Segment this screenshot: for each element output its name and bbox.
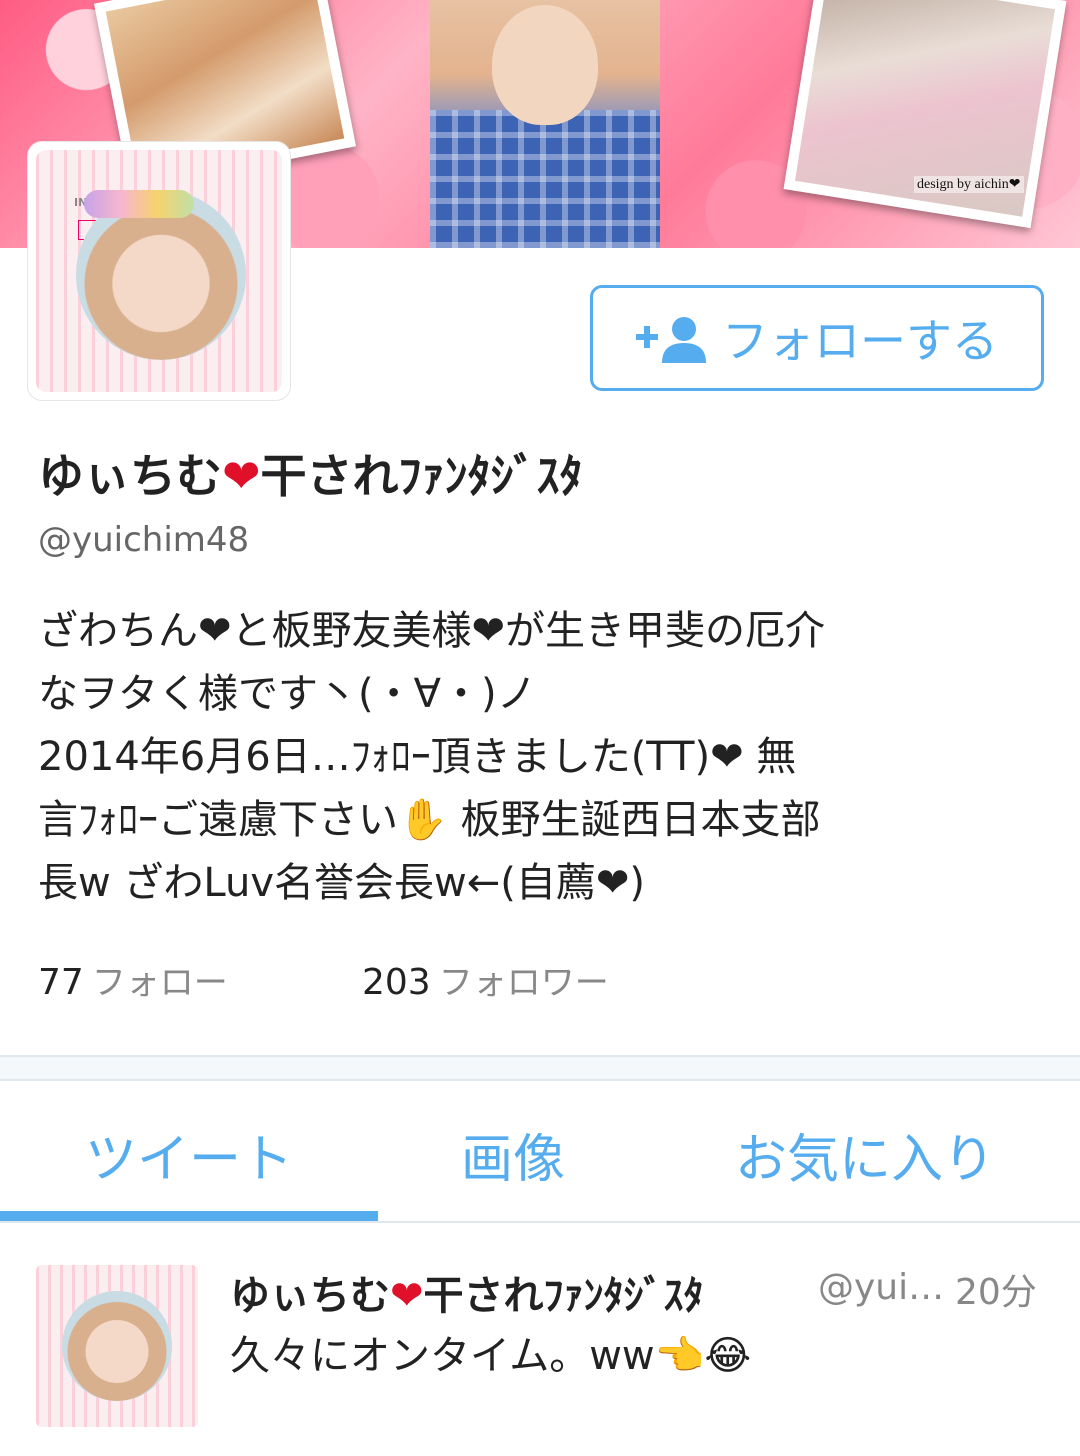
profile-avatar[interactable]: INSTAMAG S	[28, 142, 290, 400]
bio-line: 2014年6月6日…ﾌｫﾛｰ頂きました(TT)❤ 無	[38, 734, 797, 780]
banner-photo-right	[783, 0, 1067, 229]
bio-line: なヲタく様です丶(・∀・)ノ	[38, 671, 537, 717]
add-user-icon	[636, 317, 706, 363]
tweet-author-name-suffix: 干されﾌｧﾝﾀｼﾞｽﾀ	[423, 1273, 704, 1319]
follow-button-label: フォローする	[722, 314, 998, 368]
follow-button[interactable]: フォローする	[590, 285, 1044, 391]
section-divider	[0, 1055, 1080, 1081]
bio-line: 言ﾌｫﾛｰご遠慮下さい✋ 板野生誕西日本支部	[38, 797, 821, 843]
avatar-flower-crown	[84, 190, 194, 218]
following-label: フォロー	[91, 963, 228, 1003]
bio-line: ざわちん❤と板野友美様❤が生き甲斐の厄介	[38, 608, 826, 654]
tweet-timestamp: 20分	[955, 1272, 1037, 1313]
tweet-item[interactable]: ゆぃちむ❤干されﾌｧﾝﾀｼﾞｽﾀ @yui… 20分 久々にオンタイム。ww👈😂	[0, 1223, 1080, 1456]
bio-line: 長w ざわLuv名誉会長w←(自薦❤)	[38, 860, 645, 906]
tweet-avatar[interactable]	[36, 1265, 198, 1427]
profile-tabs: ツイート 画像 お気に入り	[0, 1081, 1080, 1223]
followers-label: フォロワー	[438, 963, 609, 1003]
followers-count: 203	[362, 962, 431, 1003]
heart-icon: ❤	[390, 1273, 424, 1319]
tab-media[interactable]: 画像	[378, 1117, 648, 1192]
followers-stat[interactable]: 203 フォロワー	[362, 955, 609, 1004]
tab-tweets[interactable]: ツイート	[0, 1117, 378, 1192]
heart-icon: ❤	[222, 449, 261, 503]
banner-design-credit: design by aichin❤	[914, 176, 1024, 193]
display-name-text: ゆぃちむ	[38, 449, 222, 503]
tweet-author-name-text: ゆぃちむ	[230, 1273, 390, 1319]
profile-handle: @yuichim48	[38, 520, 250, 560]
following-count: 77	[38, 962, 84, 1003]
tweet-author-name: ゆぃちむ❤干されﾌｧﾝﾀｼﾞｽﾀ	[230, 1263, 704, 1321]
tweet-text: 久々にオンタイム。ww👈😂	[230, 1333, 752, 1379]
profile-bio: ざわちん❤と板野友美様❤が生き甲斐の厄介 なヲタく様です丶(・∀・)ノ 2014…	[38, 600, 1018, 915]
following-stat[interactable]: 77 フォロー	[38, 955, 228, 1004]
tweet-author-handle: @yui…	[818, 1267, 945, 1308]
display-name-suffix: 干されﾌｧﾝﾀｼﾞｽﾀ	[260, 449, 583, 503]
active-tab-indicator	[0, 1211, 378, 1221]
banner-photo-center	[430, 0, 660, 248]
profile-display-name: ゆぃちむ❤干されﾌｧﾝﾀｼﾞｽﾀ	[38, 440, 583, 506]
tab-likes[interactable]: お気に入り	[700, 1117, 1030, 1192]
